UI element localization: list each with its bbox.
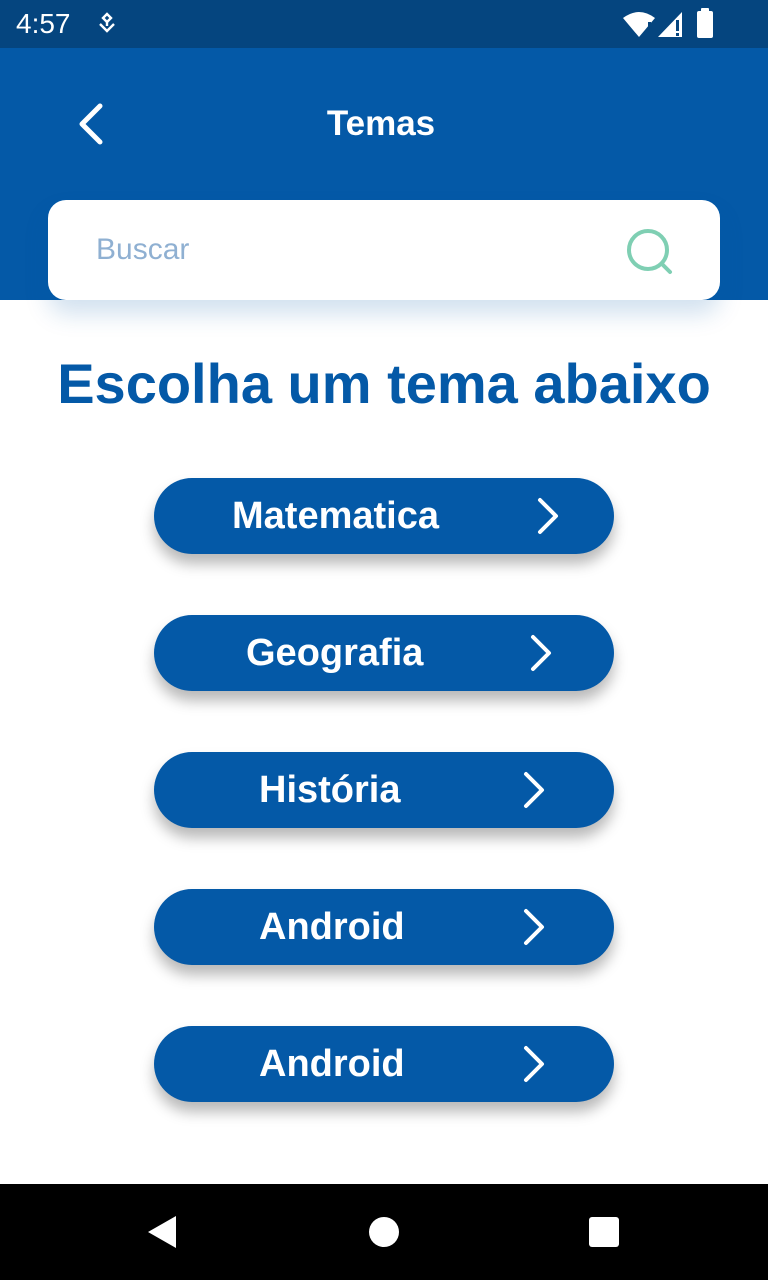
nav-recents-icon[interactable] bbox=[588, 1216, 620, 1248]
theme-label: História bbox=[259, 769, 401, 811]
system-nav-bar bbox=[0, 1184, 768, 1280]
nav-back-icon[interactable] bbox=[146, 1214, 178, 1250]
notification-icon bbox=[99, 12, 115, 33]
section-heading: Escolha um tema abaixo bbox=[57, 352, 711, 415]
theme-label: Android bbox=[259, 1043, 405, 1085]
theme-button-android[interactable]: Android bbox=[154, 889, 614, 965]
screen: 4:57 Temas Buscar Escolha um tema abaixo… bbox=[0, 0, 768, 1280]
search-bar bbox=[48, 200, 720, 300]
chevron-right-icon bbox=[524, 772, 544, 808]
chevron-right-icon bbox=[531, 635, 551, 671]
search-icon[interactable] bbox=[624, 226, 676, 278]
status-time: 4:57 bbox=[16, 8, 71, 39]
nav-home-icon[interactable] bbox=[368, 1216, 400, 1248]
theme-button-geografia[interactable]: Geografia bbox=[154, 615, 614, 691]
chevron-right-icon bbox=[538, 498, 558, 534]
theme-button-matematica[interactable]: Matematica bbox=[154, 478, 614, 554]
page-title: Temas bbox=[326, 104, 436, 143]
signal-icon bbox=[658, 12, 682, 37]
theme-label: Matematica bbox=[232, 495, 439, 537]
status-bar: 4:57 bbox=[0, 0, 768, 48]
theme-button-android-2[interactable]: Android bbox=[154, 1026, 614, 1102]
wifi-icon bbox=[623, 12, 655, 37]
chevron-right-icon bbox=[524, 909, 544, 945]
theme-label: Android bbox=[259, 906, 405, 948]
battery-icon bbox=[697, 8, 713, 38]
chevron-right-icon bbox=[524, 1046, 544, 1082]
theme-label: Geografia bbox=[246, 632, 424, 674]
theme-button-historia[interactable]: História bbox=[154, 752, 614, 828]
search-input[interactable] bbox=[96, 222, 596, 278]
